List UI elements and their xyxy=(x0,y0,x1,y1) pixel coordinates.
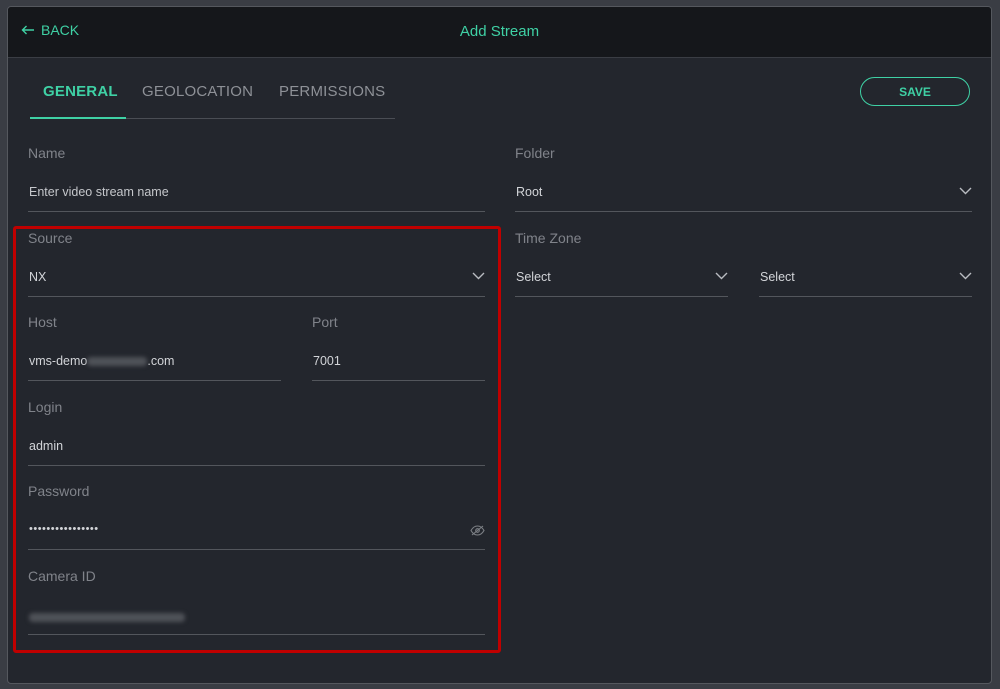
tab-permissions[interactable]: PERMISSIONS xyxy=(279,83,385,100)
add-stream-window: BACK Add Stream GENERAL GEOLOCATION PERM… xyxy=(7,6,992,684)
tab-general[interactable]: GENERAL xyxy=(43,83,118,100)
chevron-down-icon xyxy=(959,187,972,195)
tab-bar: GENERAL GEOLOCATION PERMISSIONS xyxy=(30,71,395,119)
name-input[interactable]: Enter video stream name xyxy=(29,185,169,199)
highlight-box xyxy=(13,226,501,653)
timezone-zone-select[interactable]: Select xyxy=(759,230,972,298)
chevron-down-icon xyxy=(959,272,972,280)
name-field[interactable]: Name Enter video stream name xyxy=(28,145,485,213)
folder-label: Folder xyxy=(515,145,555,161)
folder-select[interactable]: Folder Root xyxy=(515,145,972,213)
timezone-zone-underline xyxy=(759,296,972,297)
folder-value: Root xyxy=(516,185,543,199)
timezone-zone-value: Select xyxy=(760,270,795,284)
name-label: Name xyxy=(28,145,66,161)
timezone-region-value: Select xyxy=(516,270,551,284)
timezone-region-select[interactable]: Select xyxy=(515,230,728,298)
folder-underline xyxy=(515,211,972,212)
chevron-down-icon xyxy=(715,272,728,280)
name-underline xyxy=(28,211,485,212)
header-bar: BACK Add Stream xyxy=(8,7,991,58)
save-button[interactable]: SAVE xyxy=(860,77,970,106)
active-tab-indicator xyxy=(30,117,126,119)
timezone-region-underline xyxy=(515,296,728,297)
page-title: Add Stream xyxy=(459,23,540,40)
tab-geolocation[interactable]: GEOLOCATION xyxy=(142,83,253,100)
